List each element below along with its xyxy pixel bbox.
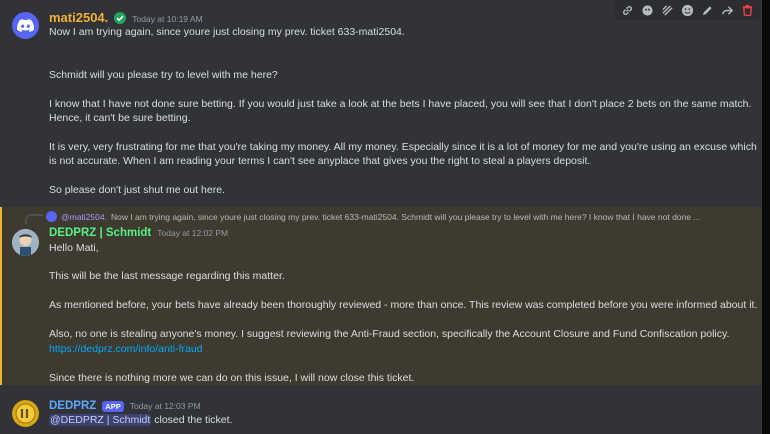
avatar[interactable] [12,400,39,427]
edit-icon[interactable] [700,3,714,17]
timestamp: Today at 12:02 PM [157,228,229,238]
coin-logo-icon [12,400,39,427]
username[interactable]: DEDPRZ [49,400,96,412]
message-line: So please don't just shut me out here. [49,184,225,196]
system-text: closed the ticket. [154,414,233,426]
avatar-image-icon [12,229,39,256]
message-line: Hence, it can't be sure betting. [49,112,191,124]
message-line: This will be the last message regarding … [49,270,285,282]
message-line: Schmidt will you please try to level wit… [49,69,278,81]
scrollbar[interactable] [762,0,770,434]
message-line: is not accurate. When I am reading your … [49,155,591,167]
message-line: Hello Mati, [49,242,99,254]
ticket-icon[interactable] [640,3,654,17]
message-line: I know that I have not done sure betting… [49,98,752,110]
message-mati: mati2504. Today at 10:19 AM Now I am try… [0,0,762,207]
message-line: Since there is nothing more we can do on… [49,372,415,384]
delete-icon[interactable] [740,3,754,17]
avatar[interactable] [12,229,39,256]
user-mention[interactable]: @DEDPRZ | Schmidt [49,414,152,426]
link-icon[interactable] [620,3,634,17]
message-line: As mentioned before, your bets have alre… [49,299,758,311]
anti-fraud-link[interactable]: https://dedprz.com/info/anti-fraud [49,342,203,356]
verified-badge-icon [114,11,127,24]
message-line: It is very, very frustrating for me that… [49,141,757,153]
avatar[interactable] [12,12,39,39]
username[interactable]: DEDPRZ | Schmidt [49,227,151,239]
message-line: Also, no one is stealing anyone's money.… [49,328,730,340]
emoji-icon[interactable] [680,3,694,17]
message-toolbar [614,0,760,20]
chat-area: mati2504. Today at 10:19 AM Now I am try… [0,0,762,434]
username[interactable]: mati2504. [49,10,108,25]
timestamp: Today at 12:03 PM [129,401,201,411]
app-badge: APP [102,400,124,412]
reply-icon[interactable] [720,3,734,17]
discord-logo-icon [17,19,34,32]
system-message: @DEDPRZ | Schmidt closed the ticket. [49,413,232,427]
bars-icon[interactable] [660,3,674,17]
message-line: Now I am trying again, since youre just … [49,26,405,38]
timestamp: Today at 10:19 AM [132,14,203,24]
message-schmidt: DEDPRZ | Schmidt Today at 12:02 PM Hello… [0,207,762,385]
message-bot: DEDPRZ APP Today at 12:03 PM @DEDPRZ | S… [0,385,762,434]
